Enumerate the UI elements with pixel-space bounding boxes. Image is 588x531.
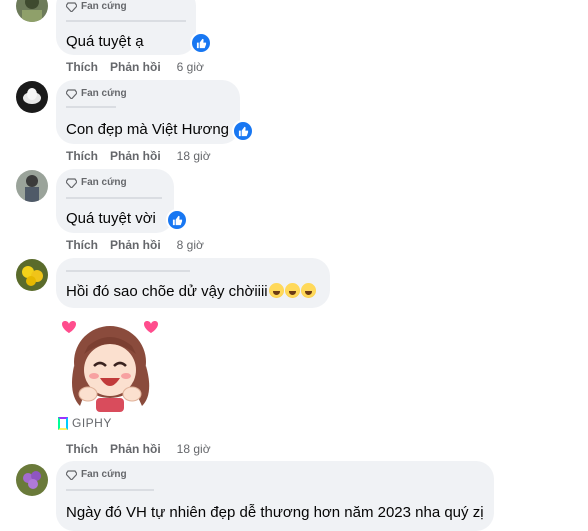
avatar[interactable]	[16, 170, 48, 202]
like-reaction-icon[interactable]	[166, 209, 188, 231]
avatar[interactable]	[16, 464, 48, 496]
badge-label: Fan cứng	[81, 1, 127, 12]
reply-link[interactable]: Phản hồi	[110, 238, 161, 252]
giphy-label: GIPHY	[72, 416, 112, 430]
gif-attachment[interactable]	[58, 314, 162, 414]
fan-badge: Fan cứng	[66, 88, 127, 99]
comment-bubble: Fan cứng Ngày đó VH tự nhiên đẹp dễ thươ…	[56, 461, 494, 531]
reply-link[interactable]: Phản hồi	[110, 149, 161, 163]
redacted-name	[66, 20, 186, 22]
timestamp[interactable]: 8 giờ	[177, 238, 204, 252]
reply-link[interactable]: Phản hồi	[110, 442, 161, 456]
badge-label: Fan cứng	[81, 177, 127, 188]
comment-text-content: Hồi đó sao chõe dử vậy chờiiii	[66, 283, 268, 300]
comment-actions: Thích Phản hồi 18 giờ	[66, 149, 211, 163]
like-reaction-icon[interactable]	[232, 120, 254, 142]
like-link[interactable]: Thích	[66, 60, 98, 74]
like-link[interactable]: Thích	[66, 442, 98, 456]
comment-bubble: Hồi đó sao chõe dử vậy chờiiii	[56, 258, 330, 308]
badge-label: Fan cứng	[81, 88, 127, 99]
comment-actions: Thích Phản hồi 8 giờ	[66, 238, 204, 252]
comment-bubble: Fan cứng Quá tuyệt ạ	[56, 0, 196, 55]
comment-text: Con đẹp mà Việt Hương	[66, 121, 230, 138]
comment-text: Ngày đó VH tự nhiên đẹp dễ thương hơn nă…	[66, 504, 484, 521]
diamond-icon	[66, 469, 77, 480]
comment-actions: Thích Phản hồi 18 giờ	[66, 442, 211, 456]
comment-bubble: Fan cứng Quá tuyệt vời	[56, 169, 174, 233]
fan-badge: Fan cứng	[66, 177, 127, 188]
rofl-emoji-icon	[268, 283, 284, 298]
fan-badge: Fan cứng	[66, 1, 127, 12]
comment-actions: Thích Phản hồi 6 giờ	[66, 60, 204, 74]
comment-bubble: Fan cứng Con đẹp mà Việt Hương	[56, 80, 240, 144]
like-link[interactable]: Thích	[66, 238, 98, 252]
redacted-name	[66, 270, 190, 272]
giphy-attribution[interactable]: GIPHY	[58, 416, 112, 430]
diamond-icon	[66, 177, 77, 188]
diamond-icon	[66, 1, 77, 12]
comment-text: Quá tuyệt vời	[66, 210, 156, 227]
avatar[interactable]	[16, 259, 48, 291]
rofl-emoji-icon	[284, 283, 300, 298]
diamond-icon	[66, 88, 77, 99]
giphy-logo-icon	[58, 416, 68, 430]
avatar[interactable]	[16, 0, 48, 22]
redacted-name	[66, 489, 154, 491]
timestamp[interactable]: 18 giờ	[177, 442, 211, 456]
like-reaction-icon[interactable]	[190, 32, 212, 54]
badge-label: Fan cứng	[81, 469, 127, 480]
fan-badge: Fan cứng	[66, 469, 127, 480]
redacted-name	[66, 197, 162, 199]
timestamp[interactable]: 6 giờ	[177, 60, 204, 74]
rofl-emoji-icon	[300, 283, 316, 298]
avatar[interactable]	[16, 81, 48, 113]
redacted-name	[66, 106, 116, 108]
like-link[interactable]: Thích	[66, 149, 98, 163]
comment-text: Quá tuyệt ạ	[66, 33, 144, 50]
reply-link[interactable]: Phản hồi	[110, 60, 161, 74]
timestamp[interactable]: 18 giờ	[177, 149, 211, 163]
comment-text: Hồi đó sao chõe dử vậy chờiiii	[66, 283, 316, 300]
